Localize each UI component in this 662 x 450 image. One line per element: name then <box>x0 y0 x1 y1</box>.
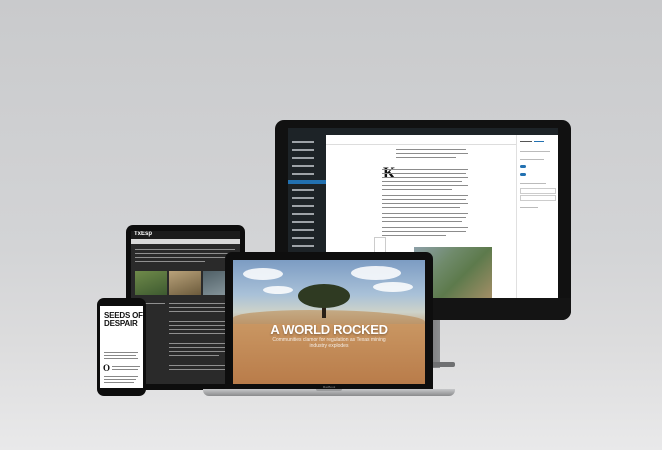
text-line <box>104 382 134 383</box>
settings-panel[interactable] <box>516 135 558 298</box>
text-line <box>382 199 466 201</box>
panel-tab-active[interactable] <box>534 141 544 143</box>
ipad-nav-bar[interactable] <box>131 239 240 244</box>
text-line <box>382 203 468 205</box>
hero-subhead: Communities clamor for regulation as Tex… <box>272 337 386 349</box>
text-line <box>112 366 140 367</box>
sidebar-item[interactable] <box>292 157 314 159</box>
text-line <box>382 177 468 179</box>
sidebar-item[interactable] <box>292 213 314 215</box>
text-line <box>382 181 462 183</box>
text-line <box>104 376 138 377</box>
panel-line <box>520 207 538 209</box>
panel-line <box>520 159 544 161</box>
cloud <box>351 266 401 280</box>
sidebar-item[interactable] <box>292 221 314 223</box>
text-line <box>169 347 231 349</box>
panel-input[interactable] <box>520 188 556 194</box>
sidebar-item[interactable] <box>292 229 314 231</box>
text-line <box>169 369 231 371</box>
sidebar-item-active[interactable] <box>288 180 326 184</box>
text-line <box>135 261 205 263</box>
text-line <box>382 173 466 175</box>
sidebar-item[interactable] <box>292 173 314 175</box>
sidebar-item[interactable] <box>292 141 314 143</box>
hero-headline: A WORLD ROCKED <box>270 322 388 337</box>
text-line <box>382 195 468 197</box>
phone-device: SEEDS OF DESPAIR O <box>97 298 146 396</box>
text-line <box>104 379 136 380</box>
site-logo[interactable]: TxEsp <box>134 231 152 237</box>
text-line <box>382 213 468 215</box>
photo-thumbnail[interactable] <box>135 271 167 295</box>
text-line <box>396 153 468 155</box>
panel-line <box>520 183 546 185</box>
panel-line <box>520 151 550 153</box>
toggle-switch[interactable] <box>520 165 526 168</box>
macbook-display: A WORLD ROCKED Communities clamor for re… <box>225 252 433 390</box>
sidebar-item[interactable] <box>292 237 314 239</box>
sidebar-item[interactable] <box>292 149 314 151</box>
tree-canopy <box>298 284 350 308</box>
text-line <box>135 249 235 251</box>
text-line <box>104 352 138 353</box>
ipad-masthead: TxEsp <box>131 231 240 239</box>
text-line <box>135 253 231 255</box>
panel-input[interactable] <box>520 195 556 201</box>
cloud <box>373 282 413 292</box>
phone-screen: SEEDS OF DESPAIR O <box>100 306 143 388</box>
text-line <box>382 227 468 229</box>
article-dropcap: O <box>103 363 111 373</box>
toggle-switch[interactable] <box>520 173 526 176</box>
macbook-notch <box>316 389 342 391</box>
text-line <box>169 333 225 335</box>
text-line <box>396 157 456 159</box>
text-line <box>382 221 462 223</box>
text-line <box>169 355 219 357</box>
text-line <box>112 369 138 370</box>
sidebar-item[interactable] <box>292 245 314 247</box>
sidebar-item[interactable] <box>292 189 314 191</box>
text-line <box>104 358 138 359</box>
macbook-screen: A WORLD ROCKED Communities clamor for re… <box>233 260 425 384</box>
text-line <box>382 169 468 171</box>
photo-thumbnail[interactable] <box>169 271 201 295</box>
text-line <box>382 231 466 233</box>
editor-toolbar[interactable] <box>326 135 516 145</box>
text-line <box>135 257 235 259</box>
sidebar-item[interactable] <box>292 197 314 199</box>
sidebar-item[interactable] <box>292 205 314 207</box>
wp-admin-bar[interactable] <box>288 128 558 135</box>
article-headline: SEEDS OF DESPAIR <box>104 311 143 328</box>
text-line <box>169 325 229 327</box>
text-line <box>396 149 466 151</box>
cloud <box>243 268 283 280</box>
panel-tab[interactable] <box>520 141 532 143</box>
sidebar-item[interactable] <box>292 165 314 167</box>
text-line <box>104 355 136 356</box>
text-line <box>382 207 460 209</box>
text-line <box>382 217 466 219</box>
cloud <box>263 286 293 294</box>
text-line <box>382 189 452 191</box>
text-line <box>382 235 446 237</box>
text-line <box>382 185 468 187</box>
ipad-screen: TxEsp <box>131 231 240 384</box>
text-line <box>169 307 231 309</box>
